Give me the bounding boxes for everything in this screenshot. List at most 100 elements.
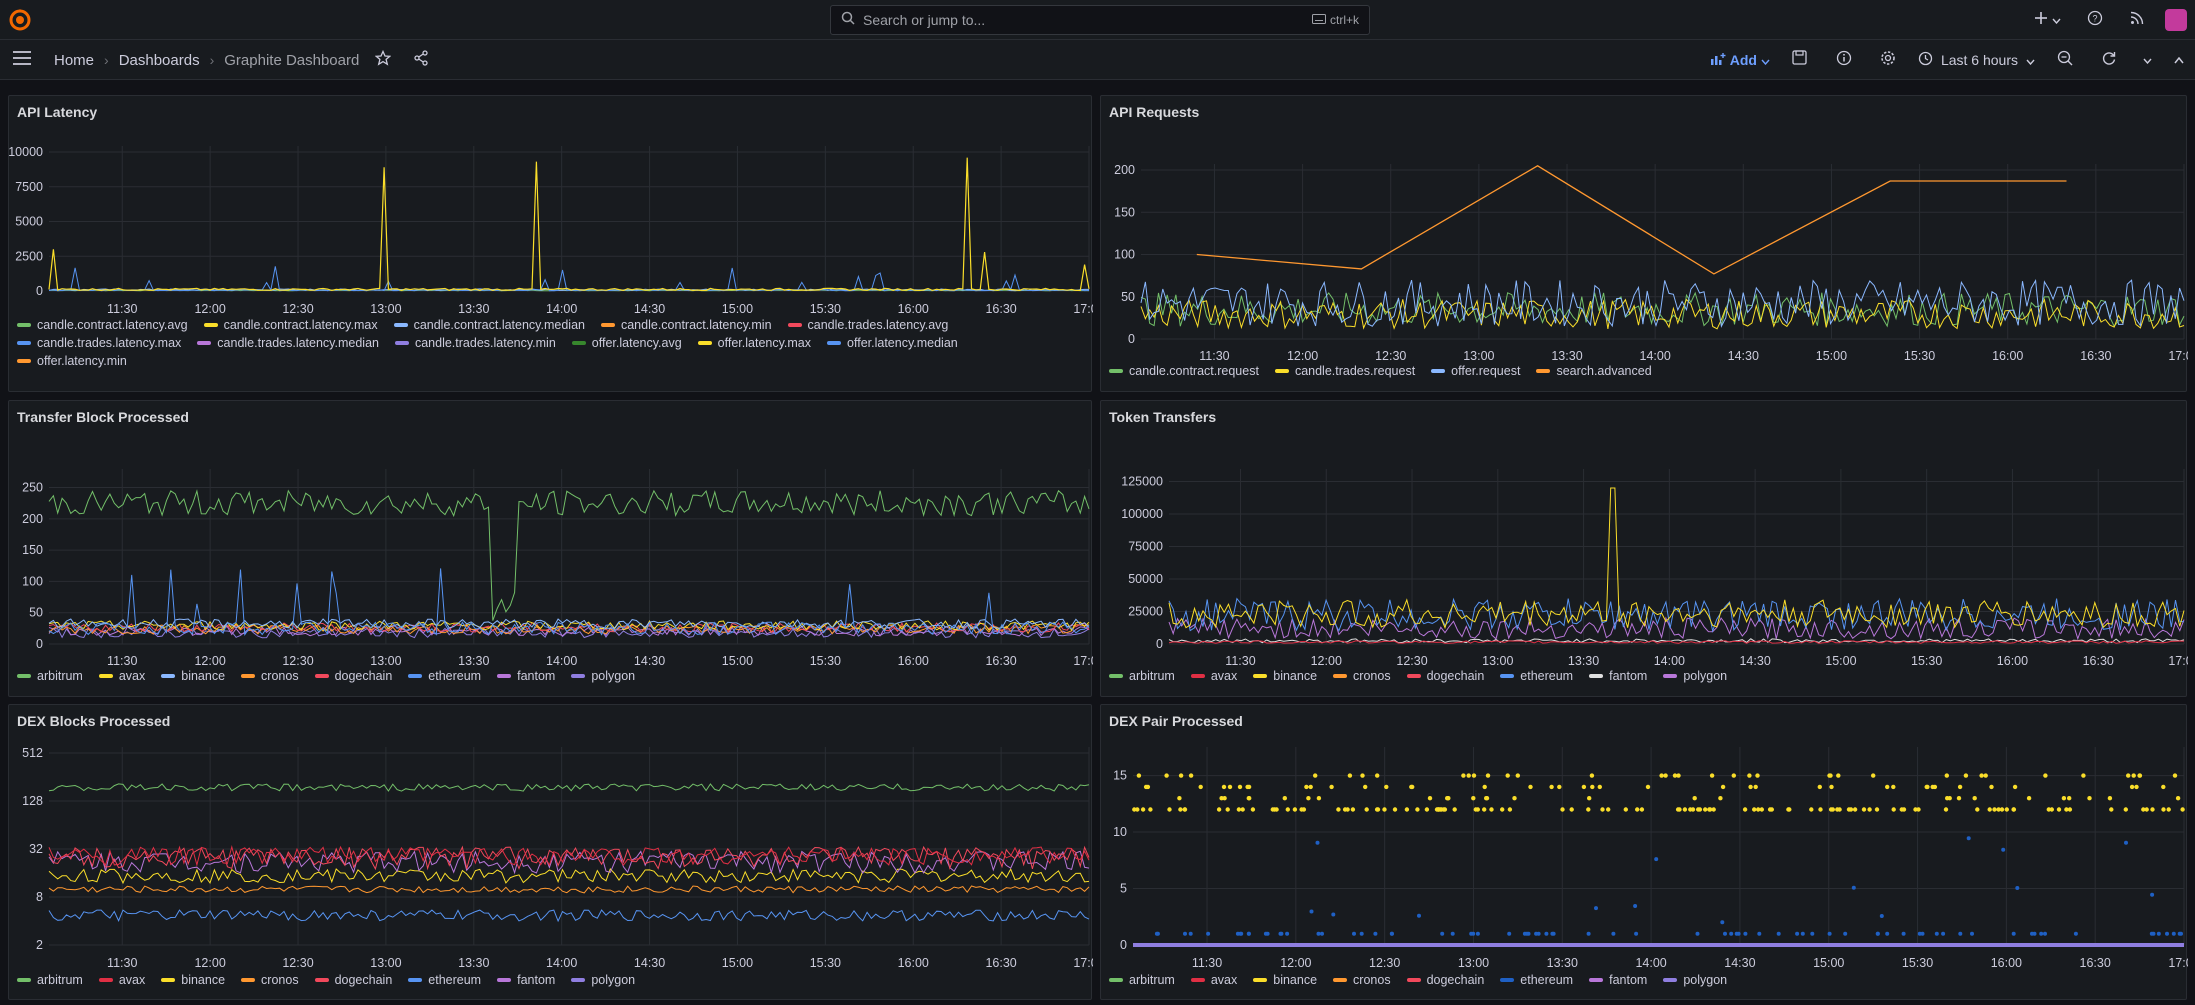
legend-item[interactable]: ethereum [408, 973, 481, 987]
legend-item[interactable]: candle.trades.request [1274, 364, 1415, 378]
legend-item[interactable]: dogechain [1406, 973, 1484, 987]
breadcrumb-dashboards[interactable]: Dashboards [119, 52, 200, 69]
legend-item[interactable]: binance [1253, 669, 1317, 683]
info-button[interactable] [1830, 46, 1858, 74]
legend-item[interactable]: avax [98, 669, 146, 683]
legend-item[interactable]: ethereum [1500, 973, 1573, 987]
legend-item[interactable]: candle.trades.latency.avg [787, 318, 948, 332]
legend-item[interactable]: candle.contract.latency.median [393, 318, 585, 332]
legend-item[interactable]: candle.contract.request [1109, 364, 1259, 378]
breadcrumb: Home › Dashboards › Graphite Dashboard [8, 40, 435, 80]
collapse-button[interactable] [2171, 46, 2187, 74]
legend-item[interactable]: binance [161, 669, 225, 683]
legend-label: candle.contract.latency.max [223, 318, 378, 332]
y-tick-label: 0 [1156, 637, 1163, 651]
legend-item[interactable]: candle.contract.latency.max [203, 318, 378, 332]
legend-item[interactable]: ethereum [408, 669, 481, 683]
legend-item[interactable]: candle.trades.latency.min [394, 336, 556, 350]
x-tick-label: 12:30 [282, 956, 313, 970]
legend-item[interactable]: dogechain [314, 669, 392, 683]
legend-swatch [17, 978, 31, 982]
legend-item[interactable]: candle.contract.latency.min [600, 318, 772, 332]
legend-item[interactable]: cronos [1333, 973, 1391, 987]
scatter-point-binance [2123, 807, 2128, 812]
legend-item[interactable]: cronos [241, 973, 299, 987]
x-tick-label: 15:00 [722, 302, 753, 316]
legend-item[interactable]: fantom [497, 669, 555, 683]
legend-item[interactable]: polygon [1663, 973, 1727, 987]
legend-item[interactable]: arbitrum [1109, 973, 1175, 987]
legend-item[interactable]: offer.latency.median [827, 336, 958, 350]
legend-item[interactable]: candle.trades.latency.median [197, 336, 379, 350]
grafana-logo-icon[interactable] [8, 8, 32, 32]
scatter-point-ethereum [1265, 931, 1270, 936]
legend-swatch [571, 341, 586, 345]
y-tick-label: 25000 [1128, 605, 1163, 619]
refresh-interval-dropdown[interactable] [2139, 46, 2155, 74]
legend-item[interactable]: offer.latency.max [697, 336, 812, 350]
share-button[interactable] [407, 46, 435, 74]
legend-item[interactable]: avax [1190, 669, 1237, 683]
panel-api-latency[interactable]: API Latency 10000 7500 5000 2500 0 11:30 12:00… [8, 95, 1093, 392]
user-avatar[interactable] [2165, 9, 2187, 31]
scatter-point-binance [1225, 807, 1230, 812]
panel-token-transfers[interactable]: Token Transfers 125000 100000 75000 50000 25… [1100, 400, 2188, 697]
legend-item[interactable]: cronos [241, 669, 299, 683]
legend-label: offer.latency.max [717, 336, 812, 350]
legend-item[interactable]: candle.contract.latency.avg [17, 318, 188, 332]
legend-item[interactable]: arbitrum [1109, 669, 1175, 683]
zoom-out-button[interactable] [2051, 46, 2079, 74]
help-button[interactable]: ? [2081, 6, 2109, 34]
legend-item[interactable]: polygon [571, 973, 635, 987]
search-input[interactable]: Search or jump to... ctrl+k [830, 5, 1370, 35]
add-button[interactable]: Add [1710, 52, 1770, 69]
scatter-point-binance [1885, 784, 1890, 790]
scatter-point-binance [2129, 784, 2135, 790]
x-tick-label: 12:30 [1375, 349, 1406, 363]
legend-item[interactable]: cronos [1333, 669, 1391, 683]
new-menu-button[interactable] [2027, 6, 2067, 34]
scatter-point-binance [1924, 784, 1929, 790]
legend-item[interactable]: offer.latency.min [17, 354, 127, 368]
refresh-button[interactable] [2095, 46, 2123, 74]
scatter-point-ethereum [1373, 931, 1378, 936]
settings-button[interactable] [1874, 46, 1902, 74]
legend-item[interactable]: fantom [497, 973, 555, 987]
time-range-picker[interactable]: Last 6 hours [1918, 51, 2035, 69]
legend-item[interactable]: candle.trades.latency.max [17, 336, 181, 350]
panel-api-requests[interactable]: API Requests 200 150 100 50 0 11:30 12:00 12:30… [1100, 95, 2188, 392]
panel-dex-pair-processed[interactable]: DEX Pair Processed 15 10 5 0 11:30 12:00 12:30… [1100, 704, 2188, 1000]
legend-item[interactable]: fantom [1589, 669, 1647, 683]
scatter-point-ethereum [1776, 931, 1781, 936]
chevron-down-icon [2026, 52, 2035, 68]
legend-item[interactable]: offer.latency.avg [571, 336, 682, 350]
x-tick-label: 15:30 [1902, 956, 1933, 970]
legend-item[interactable]: fantom [1589, 973, 1647, 987]
y-tick-label: 150 [1114, 205, 1135, 219]
legend-item[interactable]: polygon [1663, 669, 1727, 683]
panel-dex-blocks-processed[interactable]: DEX Blocks Processed 512 128 32 8 2 11:30 12:0… [8, 704, 1093, 1000]
scatter-point-binance [1528, 784, 1533, 790]
star-button[interactable] [369, 46, 397, 74]
legend-item[interactable]: binance [1253, 973, 1317, 987]
breadcrumb-home[interactable]: Home [54, 52, 94, 69]
legend-item[interactable]: polygon [571, 669, 635, 683]
legend-item[interactable]: avax [98, 973, 145, 987]
menu-toggle-button[interactable] [8, 46, 36, 74]
news-button[interactable] [2123, 6, 2151, 34]
legend-item[interactable]: ethereum [1500, 669, 1573, 683]
legend-item[interactable]: search.advanced [1536, 364, 1652, 378]
panel-transfer-block-processed[interactable]: Transfer Block Processed 250 200 150 100 50 0… [8, 400, 1093, 697]
legend-item[interactable]: dogechain [1406, 669, 1484, 683]
legend-item[interactable]: avax [1190, 973, 1237, 987]
legend-item[interactable]: arbitrum [17, 669, 83, 683]
legend-label: candle.trades.latency.median [217, 336, 379, 350]
legend-item[interactable]: arbitrum [17, 973, 83, 987]
scatter-point-ethereum [1183, 931, 1187, 936]
save-button[interactable] [1786, 46, 1814, 74]
legend-item[interactable]: dogechain [314, 973, 392, 987]
scatter-point-binance [1989, 784, 1994, 790]
legend-label: avax [118, 669, 146, 683]
legend-item[interactable]: binance [161, 973, 225, 987]
legend-item[interactable]: offer.request [1431, 364, 1520, 378]
